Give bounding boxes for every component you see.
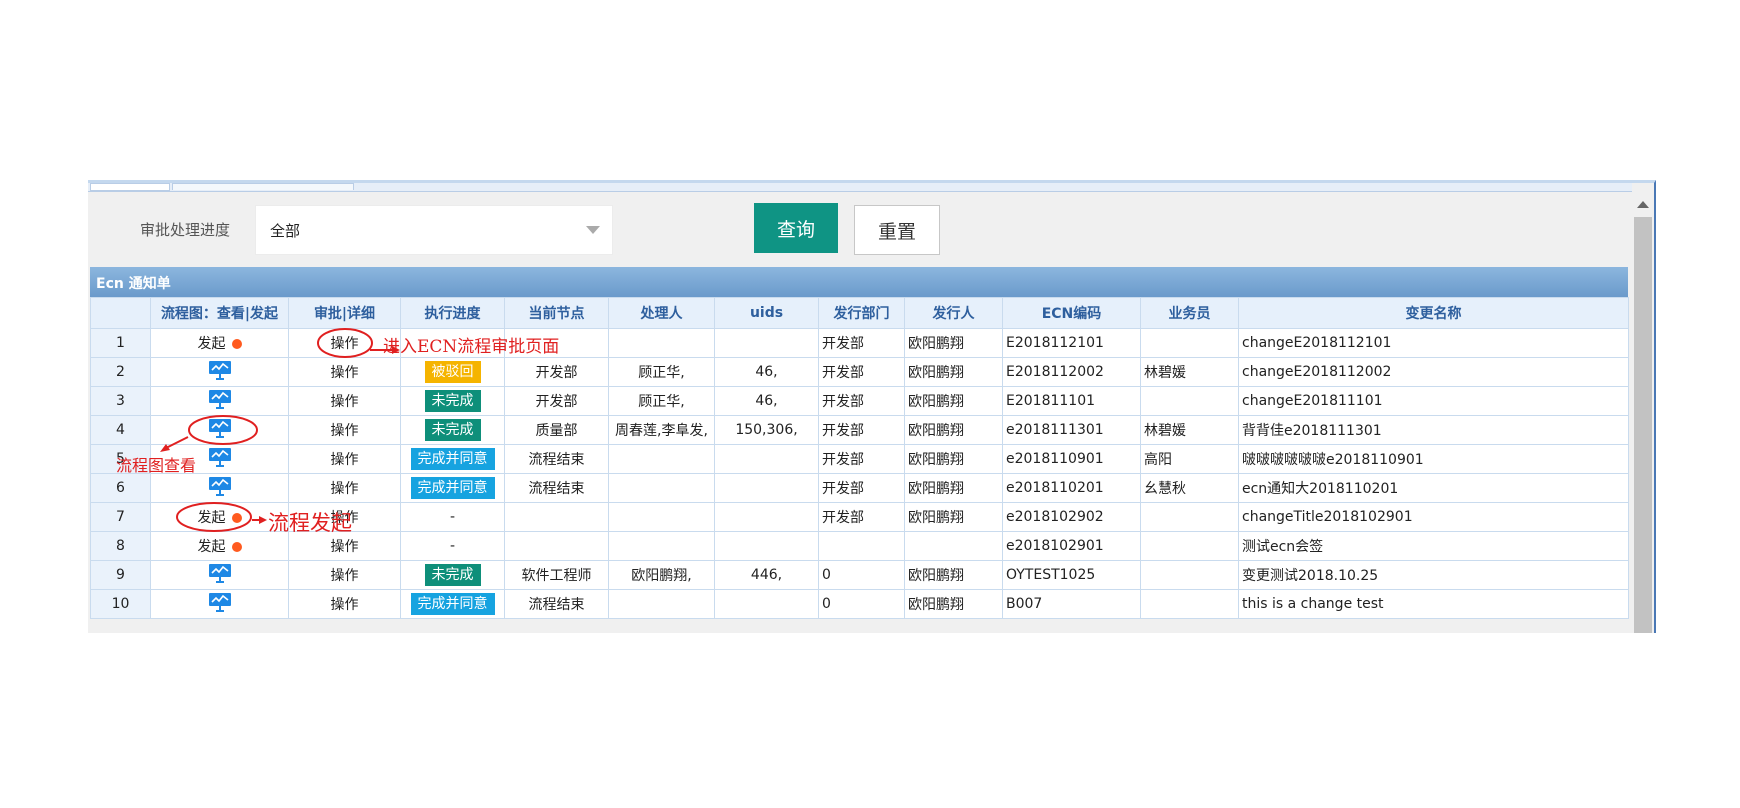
annotation-arrowhead-start: [259, 516, 267, 524]
annotation-arrowhead-flow: [160, 444, 170, 452]
annotation-arrow-flow: [165, 436, 189, 449]
annotation-circle-op: [317, 328, 373, 358]
annotation-overlay: [160, 328, 400, 532]
annotation-start-note: 流程发起: [268, 511, 352, 535]
annotation-circle-flow: [188, 415, 258, 445]
annotation-flow-note: 流程图查看: [116, 456, 197, 475]
annotation-circle-start: [176, 502, 252, 532]
annotation-op-note: 进入ECN流程审批页面: [383, 337, 560, 357]
